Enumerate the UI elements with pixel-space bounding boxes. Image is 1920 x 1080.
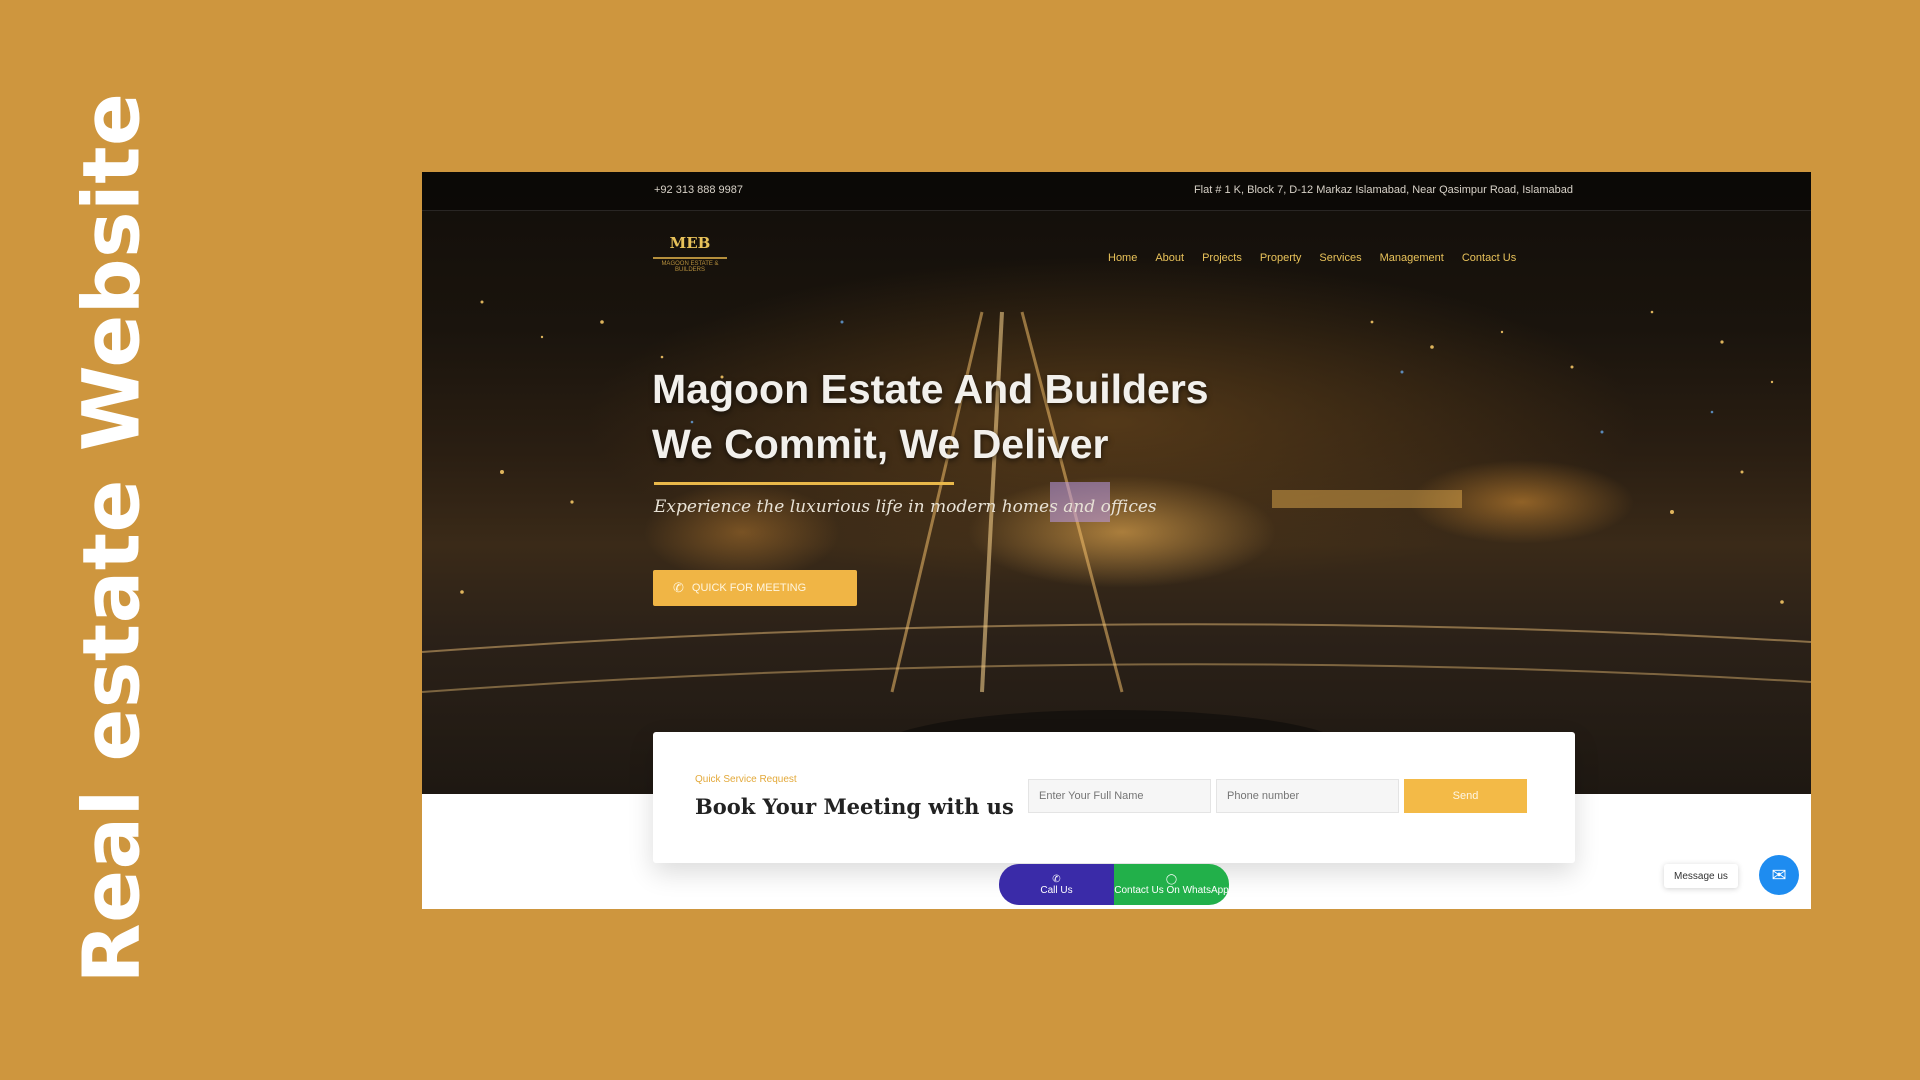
- booking-title: Book Your Meeting with us: [695, 794, 1014, 819]
- call-us-label: Call Us: [1040, 884, 1073, 896]
- nav-item-property[interactable]: Property: [1260, 252, 1302, 264]
- hero-headline-line1: Magoon Estate And Builders: [652, 366, 1209, 412]
- whatsapp-icon: ◯: [1165, 873, 1178, 885]
- top-info-bar: +92 313 888 9987 Flat # 1 K, Block 7, D-…: [422, 172, 1811, 211]
- hero-section: +92 313 888 9987 Flat # 1 K, Block 7, D-…: [422, 172, 1811, 794]
- topbar-phone[interactable]: +92 313 888 9987: [654, 184, 743, 196]
- hero-headline-line2: We Commit, We Deliver: [652, 421, 1109, 467]
- nav-item-management[interactable]: Management: [1380, 252, 1444, 264]
- nav-item-about[interactable]: About: [1155, 252, 1184, 264]
- logo-subtitle: MAGOON ESTATE & BUILDERS: [661, 261, 719, 273]
- logo-mark: MEB: [669, 234, 711, 252]
- booking-card: Quick Service Request Book Your Meeting …: [653, 732, 1575, 863]
- hero-headline: Magoon Estate And Builders We Commit, We…: [652, 362, 1209, 472]
- topbar-address: Flat # 1 K, Block 7, D-12 Markaz Islamab…: [1193, 184, 1573, 196]
- nav-item-services[interactable]: Services: [1319, 252, 1361, 264]
- hero-divider: [654, 482, 954, 485]
- floating-contact-bar: ✆ Call Us ◯ Contact Us On WhatsApp: [999, 864, 1229, 905]
- messenger-icon: ✉: [1771, 864, 1787, 885]
- quick-meeting-button[interactable]: ✆ QUICK FOR MEETING: [653, 570, 857, 606]
- logo-divider: [653, 257, 727, 259]
- phone-number-input[interactable]: [1216, 779, 1399, 813]
- booking-eyebrow: Quick Service Request: [695, 774, 797, 785]
- phone-icon: ✆: [673, 580, 684, 595]
- phone-icon: ✆: [1052, 873, 1061, 885]
- call-us-button[interactable]: ✆ Call Us: [999, 864, 1114, 905]
- whatsapp-button[interactable]: ◯ Contact Us On WhatsApp: [1114, 864, 1229, 905]
- nav-item-home[interactable]: Home: [1108, 252, 1137, 264]
- whatsapp-label: Contact Us On WhatsApp: [1114, 884, 1229, 896]
- main-nav: Home About Projects Property Services Ma…: [1108, 252, 1516, 264]
- hero-tagline: Experience the luxurious life in modern …: [654, 497, 1157, 517]
- site-logo[interactable]: MEB MAGOON ESTATE & BUILDERS: [652, 234, 728, 280]
- send-button[interactable]: Send: [1404, 779, 1527, 813]
- side-title: Real estate Website: [67, 92, 157, 983]
- messenger-button[interactable]: ✉: [1759, 855, 1799, 895]
- nav-item-projects[interactable]: Projects: [1202, 252, 1242, 264]
- quick-meeting-label: QUICK FOR MEETING: [691, 582, 807, 594]
- side-title-container: Real estate Website: [62, 92, 162, 983]
- nav-item-contact[interactable]: Contact Us: [1462, 252, 1516, 264]
- full-name-input[interactable]: [1028, 779, 1211, 813]
- website-screenshot: +92 313 888 9987 Flat # 1 K, Block 7, D-…: [422, 172, 1811, 909]
- message-us-label[interactable]: Message us: [1664, 864, 1738, 888]
- city-lights-illustration: [422, 300, 1811, 794]
